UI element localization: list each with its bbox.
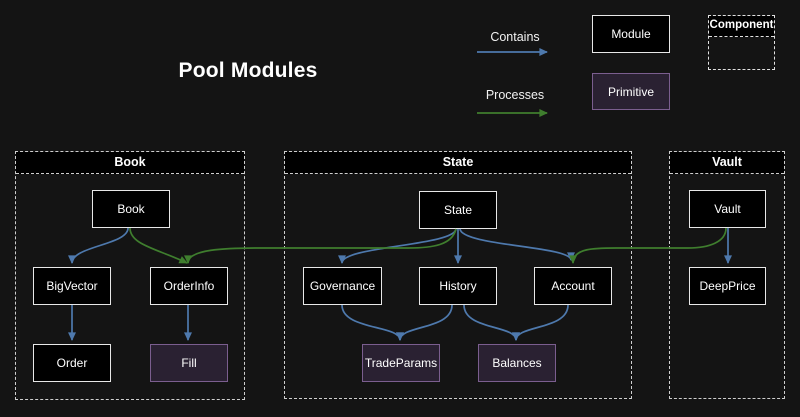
page-title: Pool Modules bbox=[163, 59, 333, 83]
node-bigvector-label: BigVector bbox=[46, 279, 97, 293]
node-vault-label: Vault bbox=[714, 202, 740, 216]
node-order: Order bbox=[33, 344, 111, 382]
legend-primitive-box: Primitive bbox=[592, 73, 670, 110]
node-governance-label: Governance bbox=[310, 279, 375, 293]
node-balances: Balances bbox=[478, 344, 556, 382]
node-deepprice: DeepPrice bbox=[689, 267, 766, 305]
legend-component-box: Component bbox=[708, 15, 775, 70]
container-book-title: Book bbox=[16, 152, 244, 174]
container-state-title: State bbox=[285, 152, 631, 174]
node-account-label: Account bbox=[551, 279, 594, 293]
legend-module-label: Module bbox=[611, 27, 650, 41]
node-fill: Fill bbox=[150, 344, 228, 382]
legend-module-box: Module bbox=[592, 15, 670, 53]
legend-contains-label: Contains bbox=[475, 30, 555, 44]
node-state: State bbox=[419, 191, 497, 229]
node-account: Account bbox=[534, 267, 612, 305]
node-book: Book bbox=[92, 190, 170, 228]
legend-primitive-label: Primitive bbox=[608, 85, 654, 99]
node-order-label: Order bbox=[57, 356, 88, 370]
node-deepprice-label: DeepPrice bbox=[699, 279, 755, 293]
node-governance: Governance bbox=[303, 267, 382, 305]
node-tradeparams: TradeParams bbox=[362, 344, 440, 382]
node-fill-label: Fill bbox=[181, 356, 196, 370]
node-balances-label: Balances bbox=[492, 356, 541, 370]
node-history: History bbox=[419, 267, 497, 305]
node-book-label: Book bbox=[117, 202, 144, 216]
node-orderinfo: OrderInfo bbox=[150, 267, 228, 305]
node-state-label: State bbox=[444, 203, 472, 217]
diagram-canvas: Pool Modules Contains Processes Module P… bbox=[0, 0, 800, 417]
node-history-label: History bbox=[439, 279, 476, 293]
node-bigvector: BigVector bbox=[33, 267, 111, 305]
container-vault-title: Vault bbox=[670, 152, 784, 174]
node-orderinfo-label: OrderInfo bbox=[164, 279, 215, 293]
node-vault: Vault bbox=[689, 190, 766, 228]
node-tradeparams-label: TradeParams bbox=[365, 356, 437, 370]
legend-component-label: Component bbox=[709, 16, 774, 37]
legend-processes-label: Processes bbox=[475, 88, 555, 102]
